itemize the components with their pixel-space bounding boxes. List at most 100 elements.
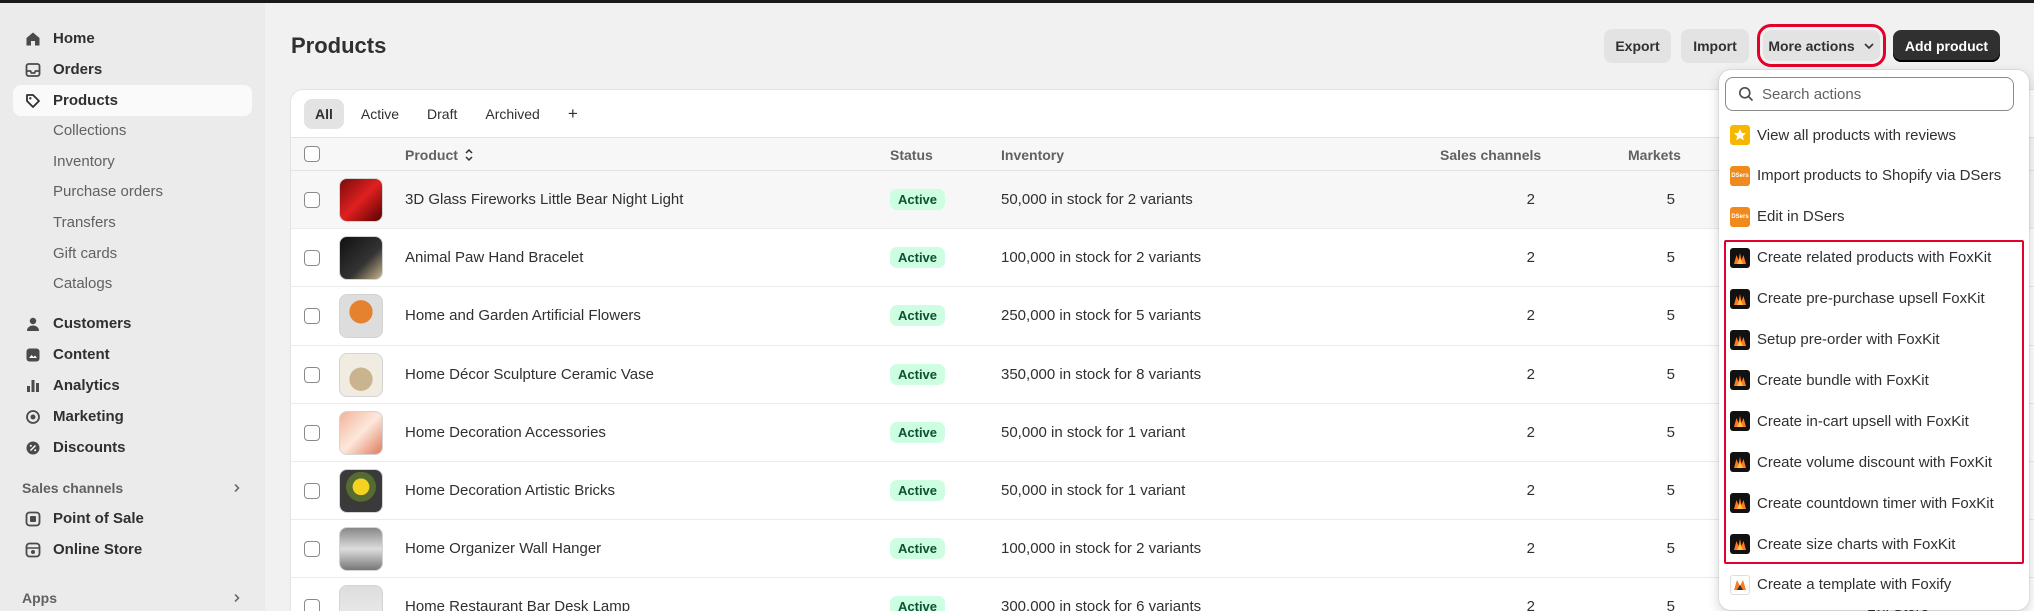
inventory-text: 50,000 in stock for 1 variant bbox=[1001, 423, 1186, 441]
menu-item[interactable]: DSers Edit in DSers bbox=[1725, 201, 2021, 233]
row-checkbox[interactable] bbox=[304, 192, 320, 208]
menu-item-label: View all products with reviews bbox=[1757, 126, 1956, 144]
inventory-text: 350,000 in stock for 8 variants bbox=[1001, 365, 1202, 383]
sidebar-subitem-catalogs[interactable]: Catalogs bbox=[13, 269, 252, 300]
add-view-button[interactable]: + bbox=[557, 99, 589, 129]
row-checkbox[interactable] bbox=[304, 599, 320, 611]
sales-channels-count: 2 bbox=[1526, 307, 1535, 325]
product-name[interactable]: Animal Paw Hand Bracelet bbox=[405, 249, 583, 266]
search-actions-field[interactable] bbox=[1725, 77, 2014, 111]
sidebar-item-analytics[interactable]: Analytics bbox=[13, 370, 252, 401]
status-badge: Active bbox=[890, 189, 946, 210]
product-thumbnail[interactable] bbox=[339, 352, 383, 397]
row-checkbox[interactable] bbox=[304, 308, 320, 325]
sidebar-item-content[interactable]: Content bbox=[13, 339, 252, 370]
product-name[interactable]: Home Décor Sculpture Ceramic Vase bbox=[405, 366, 654, 383]
column-inventory: Inventory bbox=[1001, 147, 1065, 163]
dsers-icon: DSers bbox=[1730, 165, 1750, 186]
row-checkbox[interactable] bbox=[304, 366, 320, 383]
tab-draft[interactable]: Draft bbox=[416, 99, 468, 129]
sidebar-item-label: Online Store bbox=[53, 541, 143, 559]
menu-item[interactable]: View all products with reviews bbox=[1725, 119, 2021, 151]
inventory-text: 100,000 in stock for 2 variants bbox=[1001, 249, 1202, 267]
sidebar-subitem-inventory[interactable]: Inventory bbox=[13, 147, 252, 178]
product-name[interactable]: Home Decoration Accessories bbox=[405, 424, 606, 441]
sidebar-subitem-purchase-orders[interactable]: Purchase orders bbox=[13, 177, 252, 208]
row-checkbox[interactable] bbox=[304, 424, 320, 441]
product-thumbnail[interactable] bbox=[339, 178, 383, 222]
star-icon bbox=[1730, 125, 1750, 145]
sales-channels-count: 2 bbox=[1526, 365, 1535, 383]
sidebar-section-apps[interactable]: Apps bbox=[13, 583, 252, 611]
column-product[interactable]: Product bbox=[405, 147, 474, 163]
product-thumbnail[interactable] bbox=[339, 468, 383, 513]
chevron-right-icon bbox=[232, 590, 242, 606]
add-product-button[interactable]: Add product bbox=[1893, 30, 2000, 62]
product-thumbnail[interactable] bbox=[339, 410, 383, 455]
status-badge: Active bbox=[890, 363, 946, 385]
search-actions-input[interactable] bbox=[1762, 85, 1992, 103]
chevron-down-icon bbox=[1863, 40, 1875, 52]
import-button[interactable]: Import bbox=[1681, 29, 1749, 63]
product-name[interactable]: Home Restaurant Bar Desk Lamp bbox=[405, 598, 630, 611]
sidebar-item-marketing[interactable]: Marketing bbox=[13, 401, 252, 432]
product-thumbnail[interactable] bbox=[339, 527, 383, 572]
sidebar-item-products[interactable]: Products bbox=[13, 85, 252, 116]
product-name[interactable]: Home Decoration Artistic Bricks bbox=[405, 482, 615, 499]
sidebar-subitem-gift-cards[interactable]: Gift cards bbox=[13, 239, 252, 270]
home-icon bbox=[23, 31, 43, 47]
sidebar-item-point-of-sale[interactable]: Point of Sale bbox=[13, 503, 252, 534]
sidebar-item-home[interactable]: Home bbox=[13, 23, 252, 54]
status-badge: Active bbox=[890, 305, 946, 327]
product-name[interactable]: Home and Garden Artificial Flowers bbox=[405, 307, 641, 324]
sidebar-subitem-collections[interactable]: Collections bbox=[13, 116, 252, 147]
sidebar-section-sales-channels[interactable]: Sales channels bbox=[13, 473, 252, 503]
row-checkbox[interactable] bbox=[304, 250, 320, 267]
product-thumbnail[interactable] bbox=[339, 585, 383, 611]
menu-item[interactable]: DSers Import products to Shopify via DSer… bbox=[1725, 160, 2021, 192]
sales-channels-count: 2 bbox=[1526, 191, 1535, 208]
sidebar-item-customers[interactable]: Customers bbox=[13, 308, 252, 339]
status-badge: Active bbox=[890, 538, 946, 560]
more-actions-button[interactable]: More actions bbox=[1757, 24, 1886, 67]
store-icon bbox=[23, 542, 43, 558]
pos-icon bbox=[23, 511, 43, 527]
product-thumbnail[interactable] bbox=[339, 294, 383, 339]
inventory-text: 100,000 in stock for 2 variants bbox=[1001, 540, 1202, 558]
product-name[interactable]: Home Organizer Wall Hanger bbox=[405, 540, 601, 557]
chevron-right-icon bbox=[232, 480, 242, 496]
sidebar-item-online-store[interactable]: Online Store bbox=[13, 534, 252, 565]
inventory-text: 250,000 in stock for 5 variants bbox=[1001, 307, 1202, 325]
sidebar-item-label: Customers bbox=[53, 315, 132, 333]
inventory-text: 300,000 in stock for 6 variants bbox=[1001, 598, 1202, 611]
menu-item[interactable]: Create a template with Foxify bbox=[1725, 569, 2021, 601]
row-checkbox[interactable] bbox=[304, 482, 320, 499]
sales-channels-count: 2 bbox=[1526, 598, 1535, 611]
column-markets: Markets bbox=[1628, 147, 1681, 163]
sidebar-item-label: Marketing bbox=[53, 408, 124, 426]
sidebar-item-label: Analytics bbox=[53, 377, 120, 395]
menu-item-label: Import products to Shopify via DSers bbox=[1757, 167, 2002, 185]
sidebar-item-discounts[interactable]: Discounts bbox=[13, 432, 252, 463]
page-title: Products bbox=[291, 33, 387, 58]
sidebar: Home Orders Products Collections Invento… bbox=[0, 3, 265, 611]
sidebar-item-orders[interactable]: Orders bbox=[13, 54, 252, 85]
inventory-text: 50,000 in stock for 2 variants bbox=[1001, 191, 1193, 208]
select-all-checkbox[interactable] bbox=[304, 146, 320, 162]
row-checkbox[interactable] bbox=[304, 541, 320, 558]
bar-chart-icon bbox=[23, 378, 43, 394]
markets-count: 5 bbox=[1666, 540, 1675, 558]
product-name[interactable]: 3D Glass Fireworks Little Bear Night Lig… bbox=[405, 191, 683, 208]
export-button[interactable]: Export bbox=[1604, 29, 1671, 63]
sales-channels-count: 2 bbox=[1526, 481, 1535, 499]
product-thumbnail[interactable] bbox=[339, 236, 383, 281]
tab-all[interactable]: All bbox=[304, 98, 344, 129]
foxify-icon bbox=[1730, 574, 1750, 595]
column-product-label: Product bbox=[405, 147, 458, 163]
person-icon bbox=[23, 316, 43, 332]
sidebar-item-label: Discounts bbox=[53, 439, 126, 457]
sidebar-subitem-transfers[interactable]: Transfers bbox=[13, 208, 252, 239]
status-badge: Active bbox=[890, 421, 946, 443]
tab-archived[interactable]: Archived bbox=[474, 99, 550, 129]
tab-active[interactable]: Active bbox=[350, 99, 410, 129]
